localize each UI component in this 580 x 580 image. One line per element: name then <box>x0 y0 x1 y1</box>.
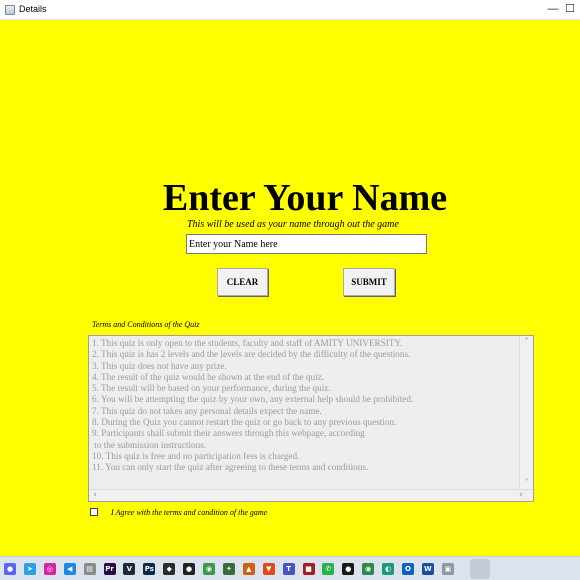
submit-button[interactable]: SUBMIT <box>343 268 395 296</box>
taskbar: ● ➤ ◎ ◀ ▤ Pr V Ps ◆ ● ◉ ✦ ▲ ▼ T ■ ✆ ● ◉ ◐ O W ▣ <box>0 556 580 580</box>
horizontal-scrollbar[interactable]: ‹ › <box>89 489 533 501</box>
premiere-icon[interactable]: Pr <box>103 563 116 575</box>
page-title: Enter Your Name <box>162 177 448 219</box>
discord-icon[interactable]: ● <box>4 563 16 575</box>
vlc-icon[interactable]: ▲ <box>242 563 255 575</box>
title-bar: Details — ☐ <box>0 0 580 20</box>
edge-icon[interactable]: ◐ <box>382 563 395 575</box>
page-subtitle: This will be used as your name through o… <box>187 219 399 230</box>
agree-label: I Agree with the terms and condition of … <box>111 508 268 517</box>
app-icon-2[interactable]: ■ <box>302 563 315 575</box>
vscode-icon[interactable]: ◀ <box>63 563 76 575</box>
word-icon[interactable]: W <box>421 563 434 575</box>
scroll-up-icon[interactable]: ˄ <box>520 336 533 348</box>
agree-checkbox[interactable] <box>90 508 98 516</box>
terms-textarea[interactable]: 1. This quiz is only open to the student… <box>88 335 534 502</box>
chrome-icon-2[interactable]: ◉ <box>362 563 375 575</box>
window-app-icon <box>5 5 15 15</box>
settings-icon[interactable]: ✦ <box>222 563 235 575</box>
files-icon[interactable]: ▤ <box>83 563 96 575</box>
maximize-button[interactable]: ☐ <box>560 0 580 20</box>
instagram-icon[interactable]: ◎ <box>43 563 56 575</box>
photoshop-icon[interactable]: Ps <box>143 563 156 575</box>
chrome-icon[interactable]: ◉ <box>203 563 215 575</box>
scroll-left-icon[interactable]: ‹ <box>89 490 101 502</box>
player-icon[interactable]: ● <box>342 563 355 575</box>
github-icon[interactable]: ● <box>183 563 196 575</box>
terms-title: Terms and Conditions of the Quiz <box>92 320 200 329</box>
window-title: Details <box>19 4 47 14</box>
scroll-down-icon[interactable]: ˅ <box>520 477 533 489</box>
telegram-icon[interactable]: ➤ <box>23 563 36 575</box>
whatsapp-icon[interactable]: ✆ <box>322 563 335 575</box>
taskbar-active-highlight <box>470 559 490 579</box>
app-icon[interactable]: ◆ <box>163 563 176 575</box>
vertical-scrollbar[interactable]: ˄ ˅ <box>519 336 533 489</box>
clear-button[interactable]: CLEAR <box>217 268 268 296</box>
outlook-icon[interactable]: O <box>402 563 414 575</box>
teams-icon[interactable]: T <box>282 563 295 575</box>
brave-icon[interactable]: ▼ <box>262 563 275 575</box>
vegas-icon[interactable]: V <box>123 563 136 575</box>
java-app-icon[interactable]: ▣ <box>441 563 454 575</box>
terms-text: 1. This quiz is only open to the student… <box>92 338 414 473</box>
scroll-right-icon[interactable]: › <box>515 490 527 502</box>
name-input[interactable] <box>186 234 427 254</box>
